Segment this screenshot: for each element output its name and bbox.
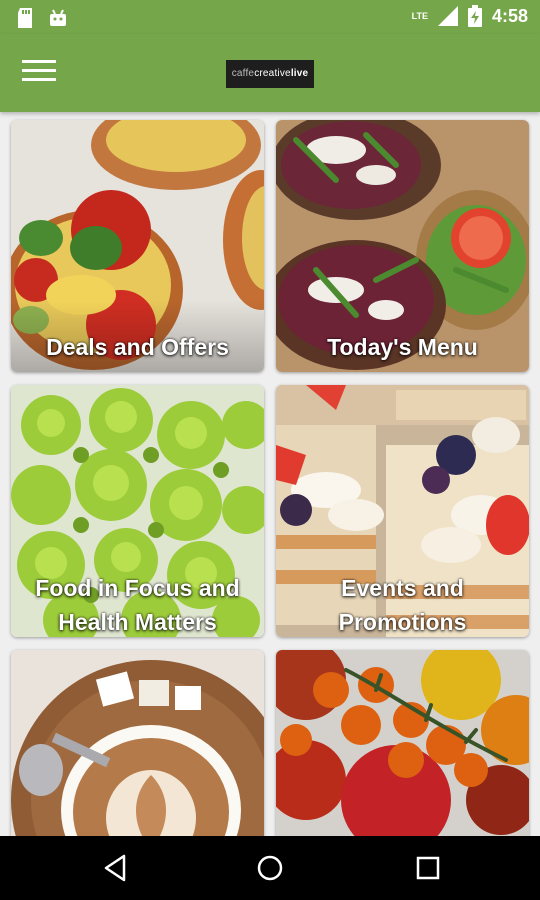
signal-icon (437, 6, 458, 26)
android-icon (50, 9, 66, 26)
tile-label-line2: Promotions (338, 609, 467, 635)
home-circle-icon[interactable] (254, 852, 286, 884)
hamburger-menu-icon[interactable] (22, 60, 56, 88)
tile-food-in-focus[interactable]: Food in Focus and Health Matters (11, 385, 264, 637)
brand-logo: caffecreativelive (226, 60, 314, 88)
tile-tomatoes[interactable] (276, 650, 529, 836)
sd-card-icon (18, 8, 32, 28)
battery-charging-icon (467, 5, 482, 27)
category-grid: Deals and Offers Today's Menu Food in Fo… (0, 112, 540, 836)
app-bar: caffecreativelive (0, 34, 540, 112)
tile-deals-and-offers[interactable]: Deals and Offers (11, 120, 264, 372)
back-triangle-icon[interactable] (100, 852, 132, 884)
lte-label: LTE (411, 11, 428, 21)
tile-label: Today's Menu (327, 334, 478, 360)
tile-label-line1: Food in Focus and (35, 575, 240, 601)
clock: 4:58 (491, 5, 528, 26)
cappuccino-image (11, 650, 264, 836)
recents-square-icon[interactable] (412, 852, 444, 884)
tile-label-line2: Health Matters (58, 609, 217, 635)
tile-label-line1: Events and (341, 575, 464, 601)
tile-todays-menu[interactable]: Today's Menu (276, 120, 529, 372)
tile-coffee[interactable] (11, 650, 264, 836)
tile-label: Deals and Offers (46, 334, 229, 360)
system-nav-bar (0, 836, 540, 900)
tomatoes-image (276, 650, 529, 836)
tile-events-and-promotions[interactable]: Events and Promotions (276, 385, 529, 637)
status-bar: LTE 4:58 (0, 0, 540, 34)
